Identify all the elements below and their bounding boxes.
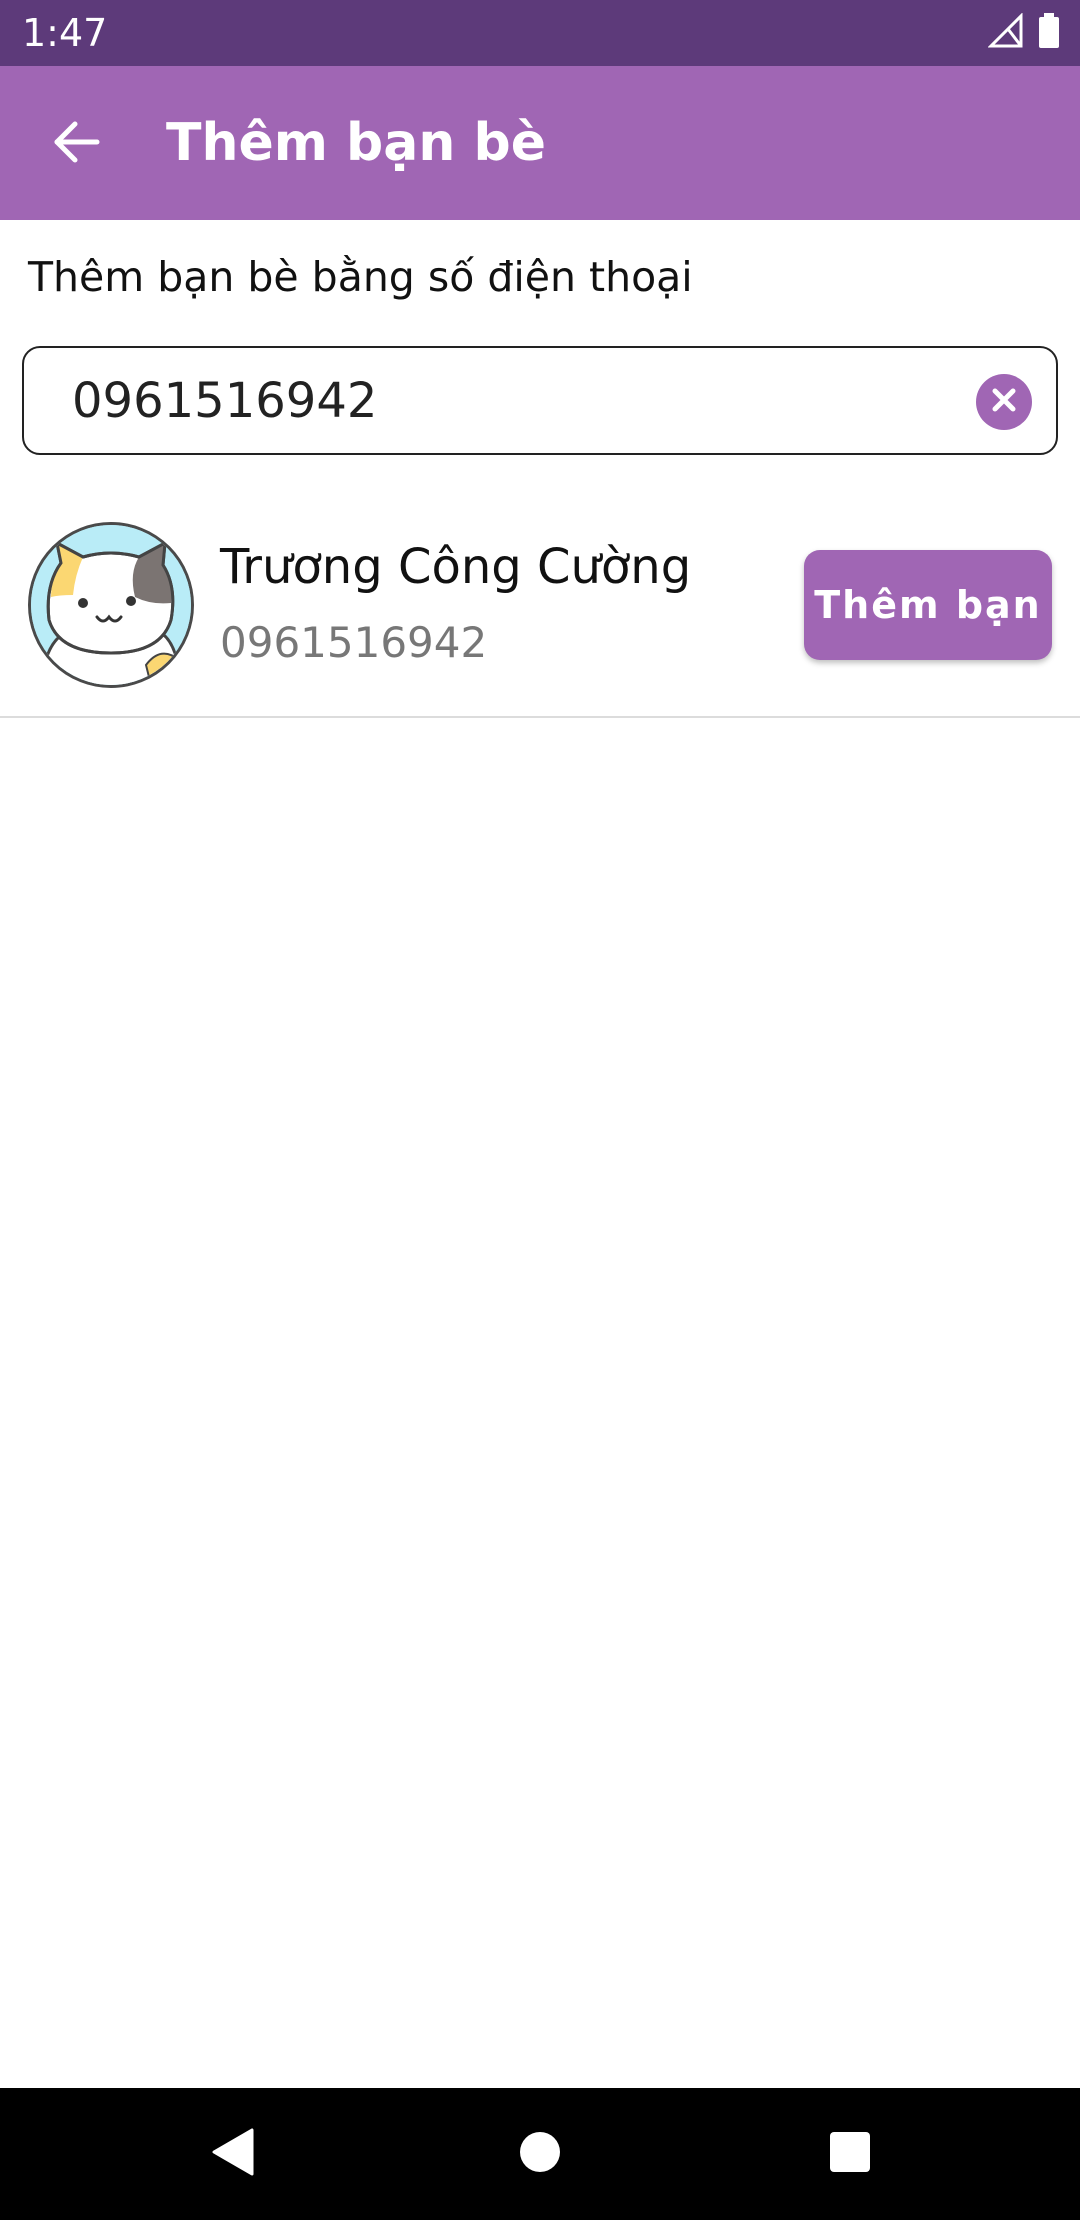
cat-avatar-icon <box>31 525 191 685</box>
user-name: Trương Công Cường <box>220 539 692 595</box>
close-icon <box>990 386 1018 419</box>
signal-icon <box>987 11 1024 54</box>
home-circle-icon <box>518 2130 562 2179</box>
add-friend-button[interactable]: Thêm bạn <box>804 550 1052 660</box>
phone-search-input[interactable] <box>72 370 952 432</box>
search-result-row: Trương Công Cường 0961516942 Thêm bạn <box>0 498 1080 718</box>
status-time: 1:47 <box>22 11 108 55</box>
clear-search-button[interactable] <box>976 374 1032 430</box>
nav-home-button[interactable] <box>508 2122 572 2186</box>
avatar[interactable] <box>28 522 194 688</box>
battery-icon <box>1038 12 1060 54</box>
app-bar: Thêm bạn bè <box>0 66 1080 220</box>
arrow-left-icon <box>51 117 101 172</box>
page-title: Thêm bạn bè <box>166 113 546 173</box>
back-button[interactable] <box>38 106 114 182</box>
nav-recents-button[interactable] <box>818 2122 882 2186</box>
back-triangle-icon <box>208 2126 256 2183</box>
status-bar: 1:47 <box>0 0 1080 66</box>
status-icons <box>987 11 1060 54</box>
nav-back-button[interactable] <box>200 2122 264 2186</box>
phone-search-box <box>22 346 1058 455</box>
section-label: Thêm bạn bè bằng số điện thoại <box>28 253 693 301</box>
recents-square-icon <box>828 2130 872 2179</box>
system-nav-bar <box>0 2088 1080 2220</box>
user-phone: 0961516942 <box>220 618 488 667</box>
